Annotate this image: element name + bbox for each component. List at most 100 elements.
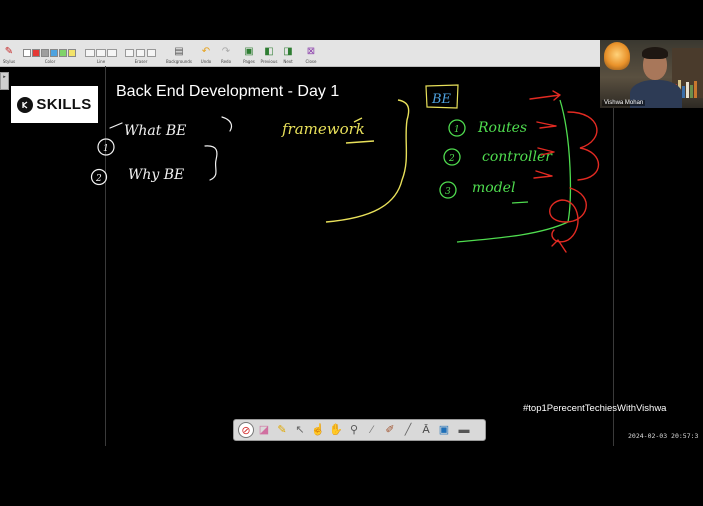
red-loop-lower [549, 187, 587, 243]
lamp-shape [604, 42, 630, 70]
side-panel-toggle[interactable]: ▸ [0, 72, 9, 90]
left-number-circle-1 [97, 138, 115, 156]
pointer-icon[interactable]: ↖ [292, 422, 308, 438]
page-border-right [613, 66, 614, 446]
eraser-small-button[interactable] [125, 49, 134, 57]
eraser-medium-button[interactable] [136, 49, 145, 57]
toolbar-label-redo: Redo [220, 59, 232, 64]
left-notes-text: What BE Why BE 1 2 [95, 123, 186, 184]
color-swatch-blue[interactable] [50, 49, 58, 57]
green-list-ink [439, 99, 572, 243]
red-arrow-tail [551, 239, 567, 253]
list-item-model: model [472, 180, 515, 196]
note-what-be: What BE [124, 123, 186, 139]
list-num-1: 1 [454, 125, 460, 135]
toolbar-label-pages: Pages [243, 59, 255, 64]
redo-icon: ↷ [221, 46, 231, 57]
logo-text: SKILLS [36, 96, 92, 113]
line-icon[interactable]: ╱ [400, 422, 416, 438]
red-arrow-model [533, 170, 553, 179]
pen-icon[interactable]: ✎ [274, 422, 290, 438]
webcam-feed: Vishwa Mohan [600, 40, 703, 108]
timestamp-overlay: 2024-02-03 20:57:3 [628, 432, 699, 440]
be-header: BE [431, 92, 452, 107]
toolbar-label-line: Line [96, 59, 106, 64]
color-swatch-red[interactable] [32, 49, 40, 57]
keyboard-icon[interactable]: ▬ [456, 422, 472, 438]
backgrounds-icon: ▤ [174, 46, 184, 57]
toolbar-group-previous[interactable]: ◧ Previous [260, 41, 278, 65]
line-medium-button[interactable] [96, 49, 106, 57]
green-list-text: 1 2 3 Routes controller model [445, 120, 553, 197]
framework-underline [345, 117, 375, 144]
toolbar-group-stylus[interactable]: ✎ Stylus [2, 41, 16, 65]
toolbar-label-undo: Undo [200, 59, 212, 64]
color-swatch-white[interactable] [23, 49, 31, 57]
annotation-toolbar: ⊘ ◪ ✎ ↖ ☝ ✋ ⚲ ⁄ ✐ ╱ Ā ▣ ▬ [233, 419, 486, 441]
list-item-controller: controller [482, 149, 553, 165]
previous-icon: ◧ [264, 46, 274, 57]
red-flow-arrows [529, 90, 599, 253]
top-black-strip [0, 0, 703, 40]
toolbar-group-backgrounds[interactable]: ▤ Backgrounds [166, 41, 192, 65]
stop-icon[interactable]: ⊘ [238, 422, 254, 438]
toolbar-group-line: Line [84, 41, 118, 65]
toolbar-group-eraser: Eraser [124, 41, 158, 65]
slide-title: Back End Development - Day 1 [116, 83, 340, 100]
hand-pointer-icon[interactable]: ☝ [310, 422, 326, 438]
wand-icon[interactable]: ⁄ [364, 422, 380, 438]
hashtag-overlay: #top1PerecentTechiesWithVishwa [523, 403, 667, 414]
screen-icon[interactable]: ▣ [436, 422, 452, 438]
pages-icon: ▣ [244, 46, 254, 57]
toolbar-group-color: Color [22, 41, 78, 65]
toolbar-group-undo[interactable]: ↶ Undo [198, 41, 214, 65]
toolbar-label-backgrounds: Backgrounds [166, 59, 192, 64]
red-arrow-top [529, 90, 561, 101]
stylus-icon: ✎ [4, 46, 14, 57]
green-brace [456, 99, 572, 243]
left-notes-ink [90, 116, 233, 186]
toolbar-label-eraser: Eraser [134, 59, 148, 64]
magnifier-icon[interactable]: ⚲ [346, 422, 362, 438]
line-thick-button[interactable] [107, 49, 117, 57]
eraser-large-button[interactable] [147, 49, 156, 57]
list-circle-1 [448, 119, 466, 137]
logo-mark-icon [17, 96, 34, 113]
red-loop-upper [567, 111, 599, 181]
toolbar-group-close[interactable]: ⊠ Close [303, 41, 319, 65]
note-framework: framework [281, 120, 365, 138]
toolbar-label-next: Next [283, 59, 293, 64]
model-underline [511, 201, 529, 204]
be-header-box [425, 84, 459, 109]
close-icon: ⊠ [306, 46, 316, 57]
red-arrow-controller [537, 147, 555, 156]
list-item-routes: Routes [477, 120, 527, 136]
whiteboard-toolbar: ✎ Stylus Color Line Eraser ▤ Backgrounds… [0, 40, 600, 67]
color-swatch-green[interactable] [59, 49, 67, 57]
list-num-2: 2 [448, 154, 455, 164]
eraser-icon[interactable]: ◪ [256, 422, 272, 438]
page-border-left [105, 66, 106, 446]
toolbar-label-previous: Previous [260, 59, 278, 64]
color-swatch-yellow[interactable] [68, 49, 76, 57]
toolbar-label-close: Close [305, 59, 317, 64]
line-thin-button[interactable] [85, 49, 95, 57]
skills-logo: SKILLS [11, 86, 98, 123]
red-arrow-routes [536, 121, 557, 129]
text-icon[interactable]: Ā [418, 422, 434, 438]
toolbar-label-stylus: Stylus [2, 59, 16, 64]
yellow-brace [325, 99, 410, 223]
toolbar-group-next[interactable]: ◨ Next [280, 41, 296, 65]
note-why-be: Why BE [128, 167, 184, 183]
toolbar-label-color: Color [44, 59, 56, 64]
next-icon: ◨ [283, 46, 293, 57]
note-num-2: 2 [95, 174, 102, 184]
toolbar-group-redo[interactable]: ↷ Redo [218, 41, 234, 65]
hand-icon[interactable]: ✋ [328, 422, 344, 438]
toolbar-group-pages[interactable]: ▣ Pages [240, 41, 258, 65]
list-circle-2 [443, 148, 461, 166]
brush-icon[interactable]: ✐ [382, 422, 398, 438]
presenter-hair [642, 47, 668, 59]
color-swatch-gray[interactable] [41, 49, 49, 57]
webcam-name-label: Vishwa Mohan [602, 100, 646, 106]
